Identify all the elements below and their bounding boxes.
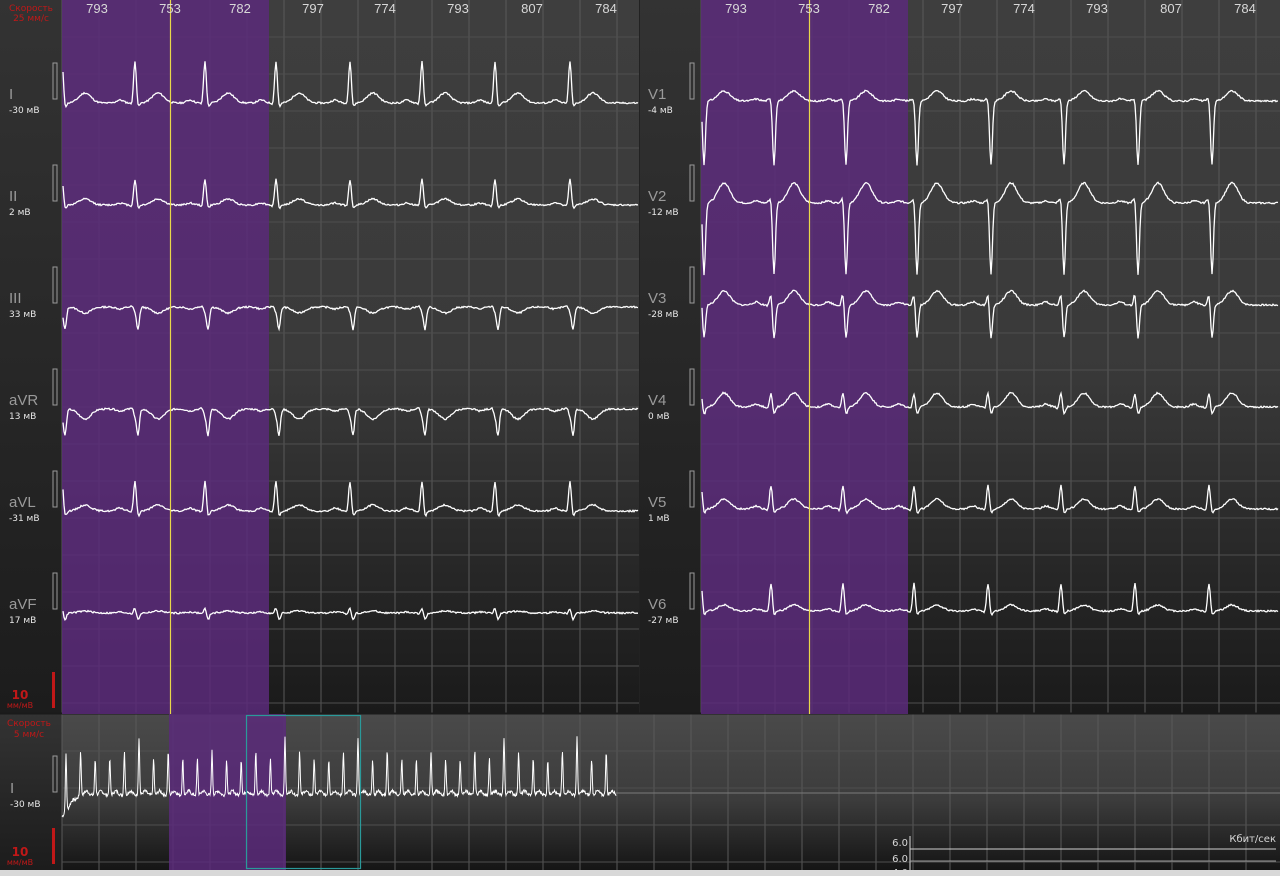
gain-unit: мм/мВ [7,701,33,710]
rr-interval-label: 807 [1160,1,1182,16]
speed-label: Скорость [9,4,53,14]
rr-interval-label: 782 [868,1,890,16]
throughput-tick: 6.0 [892,838,908,849]
lead-name-V1: V1 [648,86,666,103]
lead-name-V2: V2 [648,188,666,205]
lead-name-aVL: aVL [9,494,36,511]
lead-name-II: II [9,188,17,205]
lead-name-V6: V6 [648,596,666,613]
lead-name-aVF: aVF [9,596,37,613]
rr-interval-label: 784 [1234,1,1256,16]
rhythm-gain-unit: мм/мВ [7,858,33,867]
lead-offset-V3: -28 мВ [648,310,679,320]
selection-region[interactable] [62,0,269,714]
rhythm-speed-value[interactable]: 5 мм/с [14,730,44,740]
lead-name-I: I [9,86,13,103]
status-bar [0,870,1280,876]
rr-interval-label: 797 [302,1,324,16]
lead-offset-I: -30 мВ [9,106,40,116]
rr-interval-label: 793 [1086,1,1108,16]
lead-name-V3: V3 [648,290,666,307]
ecg-viewer: 793 793 753 753 782 782 797 797 774 774 793 793 807 8… [0,0,1280,876]
throughput-tick: 4.0 [892,868,908,876]
lead-offset-V2: -12 мВ [648,208,679,218]
rhythm-gain-bar [52,828,55,864]
lead-name-V5: V5 [648,494,666,511]
speed-value[interactable]: 25 мм/с [13,14,49,24]
gain-calibration-bar [52,672,55,708]
rr-interval-label: 782 [229,1,251,16]
lead-offset-aVR: 13 мВ [9,412,36,422]
rr-interval-label: 793 [86,1,108,16]
throughput-unit: Кбит/сек [1229,834,1276,845]
lead-offset-aVL: -31 мВ [9,514,40,524]
rr-interval-label: 774 [1013,1,1035,16]
lead-offset-aVF: 17 мВ [9,616,36,626]
lead-offset-V4: 0 мВ [648,412,670,422]
lead-offset-V1: -4 мВ [648,106,673,116]
rr-interval-label: 793 [447,1,469,16]
lead-offset-III: 33 мВ [9,310,36,320]
rhythm-speed-label: Скорость [7,719,51,729]
rhythm-gain-value[interactable]: 10 [12,845,29,859]
lead-offset-V6: -27 мВ [648,616,679,626]
rr-interval-label: 793 [725,1,747,16]
rr-interval-label: 784 [595,1,617,16]
lead-offset-II: 2 мВ [9,208,31,218]
rr-interval-label: 774 [374,1,396,16]
rhythm-lead-name: I [10,780,14,797]
selection-region[interactable] [701,0,908,714]
gain-value[interactable]: 10 [12,688,29,702]
rr-interval-label: 807 [521,1,543,16]
lead-name-V4: V4 [648,392,666,409]
rr-interval-label: 753 [159,1,181,16]
lead-name-aVR: aVR [9,392,38,409]
lead-name-III: III [9,290,22,307]
throughput-tick: 6.0 [892,854,908,865]
rhythm-lead-offset: -30 мВ [10,800,41,810]
rr-interval-label: 753 [798,1,820,16]
rr-interval-label: 797 [941,1,963,16]
lead-offset-V5: 1 мВ [648,514,670,524]
